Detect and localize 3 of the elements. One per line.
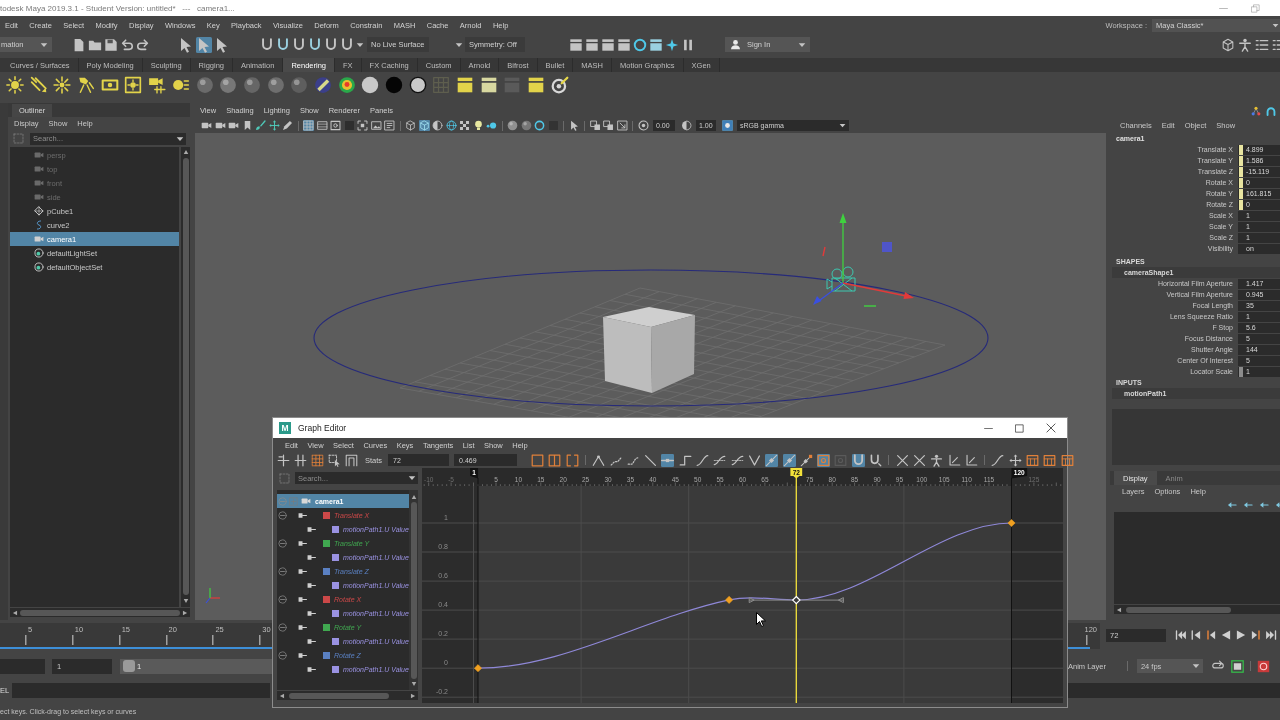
window-title: Graph Editor <box>298 423 347 433</box>
app-logo: M <box>279 422 291 434</box>
window-title: todesk Maya 2019.3.1 - Student Version: untitled* --- camera1... <box>0 3 235 13</box>
